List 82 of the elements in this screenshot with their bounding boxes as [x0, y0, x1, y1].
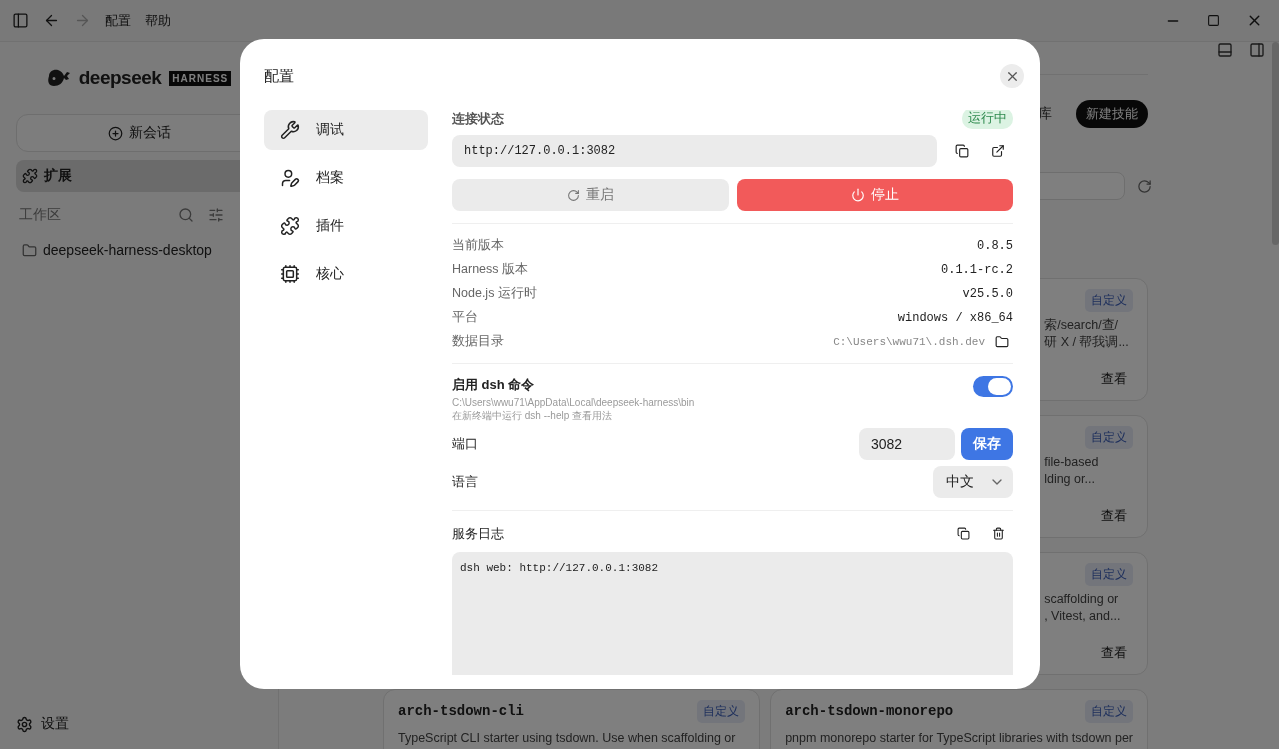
card-description: file-based — [1044, 454, 1100, 471]
section-label: 连接状态 — [452, 110, 504, 128]
puzzle-icon — [280, 216, 300, 236]
sliders-icon[interactable] — [208, 207, 224, 223]
new-skill-button[interactable]: 新建技能 — [1076, 100, 1148, 128]
stop-button[interactable]: 停止 — [736, 179, 1013, 211]
trash-icon — [992, 527, 1005, 540]
copy-icon — [957, 527, 970, 540]
sidebar-toggle-icon[interactable] — [12, 12, 29, 29]
external-link-icon — [991, 144, 1005, 158]
whale-logo-icon — [46, 68, 71, 88]
dialog-nav-item[interactable]: 档案 — [264, 158, 428, 198]
info-label: 数据目录 — [452, 333, 504, 350]
logo-text: deepseek — [78, 67, 162, 89]
refresh-icon[interactable] — [1137, 178, 1152, 194]
power-icon — [850, 188, 865, 202]
menu-item[interactable]: 帮助 — [145, 11, 171, 30]
dialog-title: 配置 — [264, 66, 294, 86]
panel-right-icon[interactable] — [1249, 42, 1265, 58]
dialog-nav-item[interactable]: 调试 — [264, 110, 428, 150]
menu-item[interactable]: 配置 — [105, 11, 131, 30]
view-button[interactable]: 查看 — [1095, 370, 1133, 390]
status-badge: 运行中 — [962, 110, 1013, 129]
info-label: Harness 版本 — [452, 261, 529, 278]
setting-hint: 在新终端中运行 dsh --help 查看用法 — [452, 409, 614, 422]
copy-icon — [955, 144, 969, 158]
settings-button[interactable]: 设置 — [16, 715, 262, 733]
card-description: lding or... — [1044, 471, 1096, 488]
tag: 自定义 — [1085, 699, 1133, 723]
puzzle-icon — [22, 168, 38, 184]
view-button[interactable]: 查看 — [1095, 507, 1133, 527]
folder-item[interactable]: deepseek-harness-desktop — [16, 238, 262, 262]
setting-label: 端口 — [452, 435, 478, 453]
save-button[interactable]: 保存 — [961, 428, 1013, 460]
restart-button[interactable]: 重启 — [452, 179, 729, 211]
setting-label: 启用 dsh 命令 — [452, 376, 536, 394]
info-value: windows / x86_64 — [897, 310, 1013, 325]
view-button[interactable]: 查看 — [1095, 644, 1133, 664]
section-label: 服务日志 — [452, 524, 504, 543]
user-pen-icon — [280, 168, 300, 188]
info-label: Node.js 运行时 — [452, 285, 537, 302]
chip-icon — [280, 264, 300, 284]
card-description: 索/search/查/ — [1044, 317, 1120, 334]
panel-bottom-icon[interactable] — [1217, 42, 1233, 58]
setting-path: C:\Users\wwu71\AppData\Local\deepseek-harness\bin — [452, 396, 695, 409]
tag: 自定义 — [697, 699, 746, 723]
info-label: 平台 — [452, 309, 478, 326]
info-value: 0.8.5 — [977, 238, 1013, 253]
dialog-nav-item[interactable]: 插件 — [264, 206, 428, 246]
toggle-switch[interactable] — [973, 376, 1013, 397]
tag: 自定义 — [1085, 288, 1133, 312]
section-label: 工作区 — [19, 206, 62, 224]
card-description: , Vitest, and... — [1044, 608, 1122, 625]
tag: 自定义 — [1085, 562, 1133, 586]
setting-label: 语言 — [452, 473, 478, 491]
refresh-icon — [566, 188, 580, 202]
plus-icon — [107, 125, 123, 141]
maximize-icon[interactable] — [1207, 14, 1220, 27]
dialog-nav-item[interactable]: 核心 — [264, 254, 428, 294]
card-description: pnpm monorepo starter for TypeScript libraries with tsdown per — [785, 730, 1133, 747]
language-select[interactable]: 中文 — [933, 466, 1013, 498]
tab-label[interactable]: 库 — [1038, 105, 1052, 123]
tag: 自定义 — [1085, 425, 1133, 449]
card-title: arch-tsdown-monorepo — [785, 703, 954, 719]
card-title: arch-tsdown-cli — [398, 703, 525, 719]
search-icon[interactable] — [178, 207, 194, 223]
card-description: TypeScript CLI starter using tsdown. Use when scaffolding or — [398, 730, 737, 747]
card-description: scaffolding or — [1044, 591, 1120, 608]
port-field[interactable]: 3082 — [859, 428, 955, 460]
folder-icon — [995, 334, 1009, 349]
url-field[interactable]: http://127.0.0.1:3082 — [452, 135, 937, 167]
card-description: 研 X / 帮我调... — [1044, 334, 1130, 351]
info-value: C:\Users\wwu71\.dsh.dev — [833, 335, 985, 348]
log-line: dsh web: http://127.0.0.1:3082 — [460, 562, 660, 574]
wrench-icon — [280, 120, 300, 140]
info-value: v25.5.0 — [962, 286, 1013, 301]
info-label: 当前版本 — [452, 237, 504, 254]
logo-badge: HARNESS — [169, 70, 232, 86]
info-value: 0.1.1-rc.2 — [941, 262, 1013, 277]
close-button[interactable] — [1000, 64, 1024, 88]
folder-icon — [22, 242, 37, 258]
settings-icon — [16, 715, 33, 733]
